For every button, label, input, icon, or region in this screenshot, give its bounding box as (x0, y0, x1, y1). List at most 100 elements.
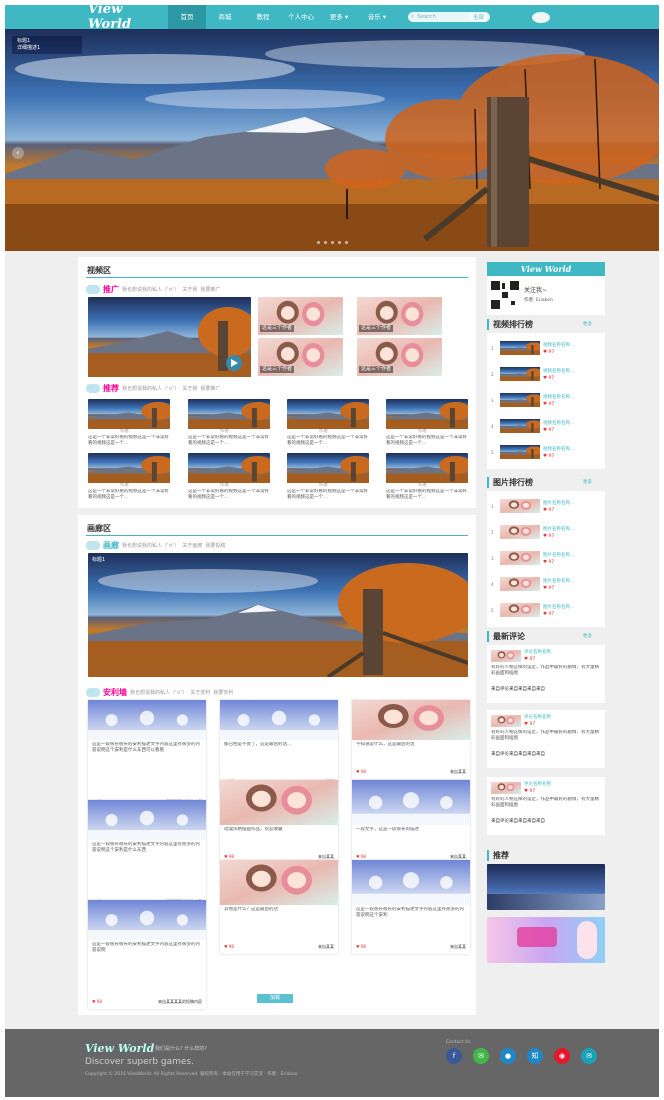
gallery-banner-desc: 我也想说我的私人（'ㅂ'） (122, 543, 180, 549)
like-value: 98 (228, 944, 234, 949)
pic_rank-item[interactable]: 5 图片名称名称... ♥ 97 (491, 603, 574, 617)
gallery-link-submit[interactable]: 我要投稿 (205, 542, 225, 549)
gallery-link-about[interactable]: 关于画廊 (182, 542, 202, 549)
dot[interactable] (317, 241, 320, 244)
load-more-button[interactable]: 加载 (257, 994, 293, 1003)
like-count[interactable]: ♥ 98 (92, 999, 102, 1005)
promo-link-about[interactable]: 关于我 (182, 286, 197, 293)
dot[interactable] (338, 241, 341, 244)
video_rank-item[interactable]: 4 视频名称名称... ♥ 97 (491, 419, 574, 433)
pic_rank-item[interactable]: 1 图片名称名称... ♥ 97 (491, 499, 574, 513)
video-item-thumb[interactable] (287, 399, 369, 429)
video-item-thumb[interactable] (386, 453, 468, 483)
like-value: 97 (548, 507, 555, 513)
hero-prev-button[interactable]: ‹ (12, 147, 24, 159)
pic_rank-item[interactable]: 4 图片名称名称... ♥ 97 (491, 577, 574, 591)
recommend-banner-anime[interactable] (487, 917, 605, 963)
comment-likes: ♥ 97 (524, 789, 536, 794)
like-count[interactable]: ♥ 98 (356, 769, 366, 775)
nav-music[interactable]: 音乐 ▾ (358, 5, 396, 29)
follow-label[interactable]: 关注我~ (524, 285, 547, 294)
video-tile[interactable]: 这是三个作者 (258, 297, 343, 335)
comment-card[interactable]: 评论名称名称 ♥ 97 有好的人物这样的设定，作品中最好的剧情，有大量精彩画面和插图… (487, 777, 605, 835)
comments-more-link[interactable]: 更多 (583, 633, 592, 639)
dot[interactable] (345, 241, 348, 244)
pic_rank-item[interactable]: 2 图片名称名称... ♥ 97 (491, 525, 574, 539)
gallery-slide-image[interactable] (88, 553, 468, 677)
rank-number: 5 (491, 449, 494, 455)
qq-icon[interactable]: ● (500, 1048, 516, 1064)
site-logo[interactable]: View World (88, 5, 168, 32)
video_rank-item[interactable]: 1 视频名称名称... ♥ 97 (491, 341, 574, 355)
zhihu-icon[interactable]: 知 (527, 1048, 543, 1064)
rank-title: 视频名称名称... (543, 420, 575, 426)
gallery-card[interactable]: 不知道说什么，这是最后的话 ♥ 98 来自某某 (352, 700, 470, 779)
like-count[interactable]: ♥ 98 (224, 944, 234, 950)
video-item-thumb[interactable] (88, 399, 170, 429)
gallery-card-text: 这是一段很长很长的安利描述文字内容这里有很多的内容说明这个安利 (356, 907, 464, 918)
mail-icon[interactable]: ✉ (581, 1048, 597, 1064)
weibo-icon[interactable]: ◉ (554, 1048, 570, 1064)
search-box[interactable]: ⌕ Search 全部 (408, 12, 490, 22)
gallery-card[interactable]: 其他是什么？这是最后的话 ♥ 98 来自某某 (220, 860, 338, 954)
footer-sub[interactable]: 我们是什么? 什么样的? (155, 1045, 207, 1052)
nav-home[interactable]: 首页 (168, 5, 206, 29)
gallery-card[interactable]: 这是一段很长很长的安利描述文字内容这里有很多的内容说明 ♥ 98 来自某某某某的投稿… (88, 900, 206, 1009)
nav-tutorial[interactable]: 教程 (244, 5, 282, 29)
nav-shop[interactable]: 商城 (206, 5, 244, 29)
gallery-card[interactable]: 一段文字，这是一段很长的描述 ♥ 98 来自某某 (352, 780, 470, 864)
video_rank-item[interactable]: 3 视频名称名称... ♥ 97 (491, 393, 574, 407)
like-value: 97 (548, 585, 555, 591)
video_rank-item[interactable]: 5 视频名称名称... ♥ 97 (491, 445, 574, 459)
wall-link-submit[interactable]: 我要安利 (213, 689, 233, 696)
video-item-thumb[interactable] (188, 453, 270, 483)
dot[interactable] (331, 241, 334, 244)
search-scope-select[interactable]: 全部 (469, 13, 487, 21)
gallery-card[interactable]: 这是一段很长很长的安利描述文字内容这里有很多的内容说明这个安利 ♥ 98 来自某某 (352, 860, 470, 954)
gallery-card-text: 其他是什么？这是最后的话 (224, 907, 278, 912)
pic_rank-item[interactable]: 3 图片名称名称... ♥ 97 (491, 551, 574, 565)
rank-number: 2 (491, 529, 494, 535)
gallery-card[interactable]: 这是一段很长很长的安利描述文字内容这里有很多的内容说明这个安利是什么东西可以看看… (88, 700, 206, 809)
promo-video-player[interactable] (88, 297, 251, 377)
video-tile[interactable]: 这是三个作者 (258, 338, 343, 376)
video-item-thumb[interactable] (188, 399, 270, 429)
facebook-icon[interactable]: f (446, 1048, 462, 1064)
hero-carousel[interactable]: 标题1 详细描述1 ‹ (5, 29, 659, 251)
video-item-thumb[interactable] (386, 399, 468, 429)
gallery-card[interactable]: 动漫风格插画作品，欢迎收藏 ♥ 98 来自某某 (220, 780, 338, 864)
video-tile[interactable]: 这是三个作者 (357, 338, 442, 376)
hero-pagination[interactable] (317, 241, 348, 244)
recommend-subhead: 推荐 我也想说我的私人（'ㅂ'） 关于我 我要推广 (86, 383, 220, 394)
comment-card[interactable]: 评论名称名称 ♥ 97 有好的人物这样的设定，作品中最好的剧情，有大量精彩画面和插图… (487, 645, 605, 703)
chevron-down-icon: ▾ (382, 13, 387, 21)
rank-number: 4 (491, 581, 494, 587)
nav-more[interactable]: 更多 ▾ (320, 5, 358, 29)
like-value: 97 (548, 611, 555, 617)
like-count[interactable]: ♥ 98 (356, 944, 366, 950)
recommend-banner-game[interactable] (487, 864, 605, 910)
search-input[interactable]: Search (417, 14, 436, 20)
dot[interactable] (324, 241, 327, 244)
rank-info: 图片名称名称... ♥ 97 (543, 552, 574, 565)
promo-link-apply[interactable]: 我要推广 (200, 286, 220, 293)
comment-card[interactable]: 评论名称名称 ♥ 97 有好的人物这样的设定，作品中最好的剧情，有大量精彩画面和插图… (487, 710, 605, 768)
video-item-thumb[interactable] (88, 453, 170, 483)
video_rank-more-link[interactable]: 更多 (583, 321, 592, 327)
pic_rank-more-link[interactable]: 更多 (583, 479, 592, 485)
like-value: 97 (548, 349, 555, 355)
gallery-section-title: 画廊区 (87, 524, 111, 533)
nav-profile[interactable]: 个人中心 (282, 5, 320, 29)
video-tile[interactable]: 这是三个作者 (357, 297, 442, 335)
wechat-icon[interactable]: ✉ (473, 1048, 489, 1064)
gallery-card[interactable]: 这是一段很长很长的安利描述文字内容这里有很多的内容说明这个安利是什么东西♥ 98… (88, 800, 206, 909)
video-item-thumb[interactable] (287, 453, 369, 483)
recommend-link-about[interactable]: 关于我 (182, 385, 197, 392)
video_rank-item[interactable]: 2 视频名称名称... ♥ 97 (491, 367, 574, 381)
footer-logo: View World (85, 1042, 155, 1055)
wall-link-about[interactable]: 关于安利 (190, 689, 210, 696)
comment-text: 有好的人物这样的设定，作品中最好的剧情，有大量精彩画面和插图 (491, 730, 599, 741)
gallery-card[interactable]: 都已经是不会了，这是最后的话...♥ 98来自某某 (220, 700, 338, 789)
recommend-link-apply[interactable]: 我要推广 (200, 385, 220, 392)
user-avatar[interactable] (532, 11, 550, 23)
